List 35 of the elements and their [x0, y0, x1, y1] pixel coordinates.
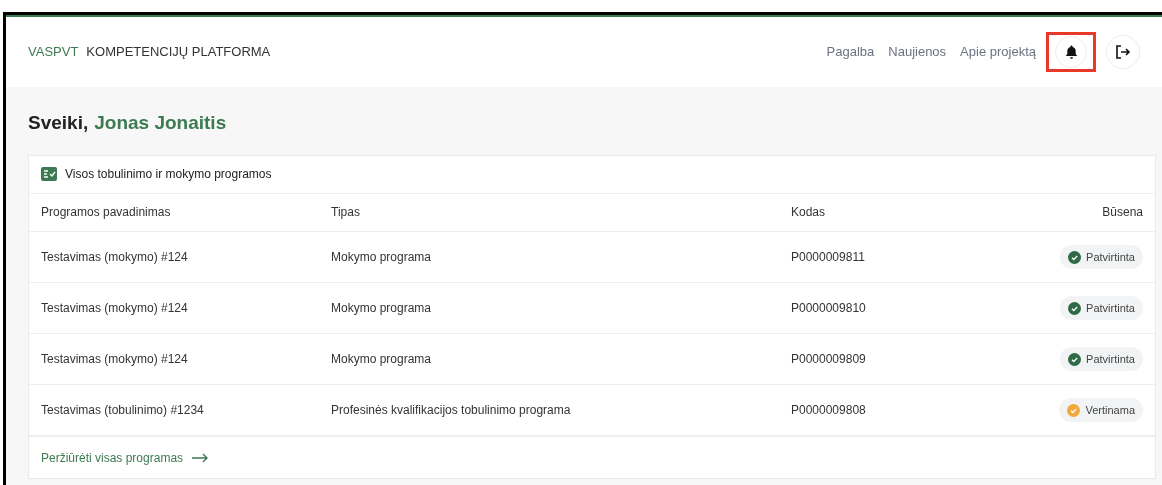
- table-cell: Profesinės kvalifikacijos tobulinimo programa: [331, 403, 571, 417]
- status-badge: Patvirtinta: [1060, 245, 1143, 269]
- nav-link[interactable]: Naujienos: [888, 42, 947, 62]
- table-cell: P0000009809: [791, 352, 866, 366]
- table-cell: P0000009810: [791, 301, 866, 315]
- greeting-label: Sveiki,: [28, 111, 89, 135]
- column-header: Programos pavadinimas: [41, 205, 171, 220]
- table-cell: Testavimas (mokymo) #124: [41, 301, 188, 315]
- logout-icon: [1115, 45, 1131, 59]
- table-cell: Testavimas (mokymo) #124: [41, 352, 188, 366]
- table-cell: Testavimas (mokymo) #124: [41, 250, 188, 264]
- table-cell: Mokymo programa: [331, 250, 432, 264]
- column-header: Kodas: [791, 205, 826, 220]
- bell-icon: [1064, 45, 1078, 59]
- user-name: Jonas Jonaitis: [94, 111, 227, 135]
- table-cell: Testavimas (tobulinimo) #1234: [41, 403, 204, 417]
- status-badge: Patvirtinta: [1060, 347, 1143, 371]
- column-header: Tipas: [331, 205, 360, 220]
- table-cell: Mokymo programa: [331, 352, 432, 366]
- view-all-link[interactable]: Peržiūrėti visas programas: [41, 448, 210, 467]
- platform-title: KOMPETENCIJŲ PLATFORMA: [86, 43, 271, 62]
- logout-button[interactable]: [1106, 35, 1140, 69]
- card-title: Visos tobulinimo ir mokymo programos: [65, 166, 272, 183]
- nav-link[interactable]: Apie projektą: [960, 42, 1036, 62]
- table-cell: P0000009811: [791, 250, 865, 264]
- table-cell: Mokymo programa: [331, 301, 432, 315]
- brand-name: VASPVT: [28, 43, 79, 62]
- arrow-right-icon: [191, 452, 210, 463]
- status-badge: Patvirtinta: [1060, 296, 1143, 320]
- table-cell: P0000009808: [791, 403, 866, 417]
- status-badge: Vertinama: [1059, 398, 1143, 422]
- nav-link[interactable]: Pagalba: [826, 42, 875, 62]
- notifications-button[interactable]: [1055, 36, 1087, 68]
- column-header: Būsena: [1102, 205, 1143, 220]
- checklist-icon: [41, 167, 57, 181]
